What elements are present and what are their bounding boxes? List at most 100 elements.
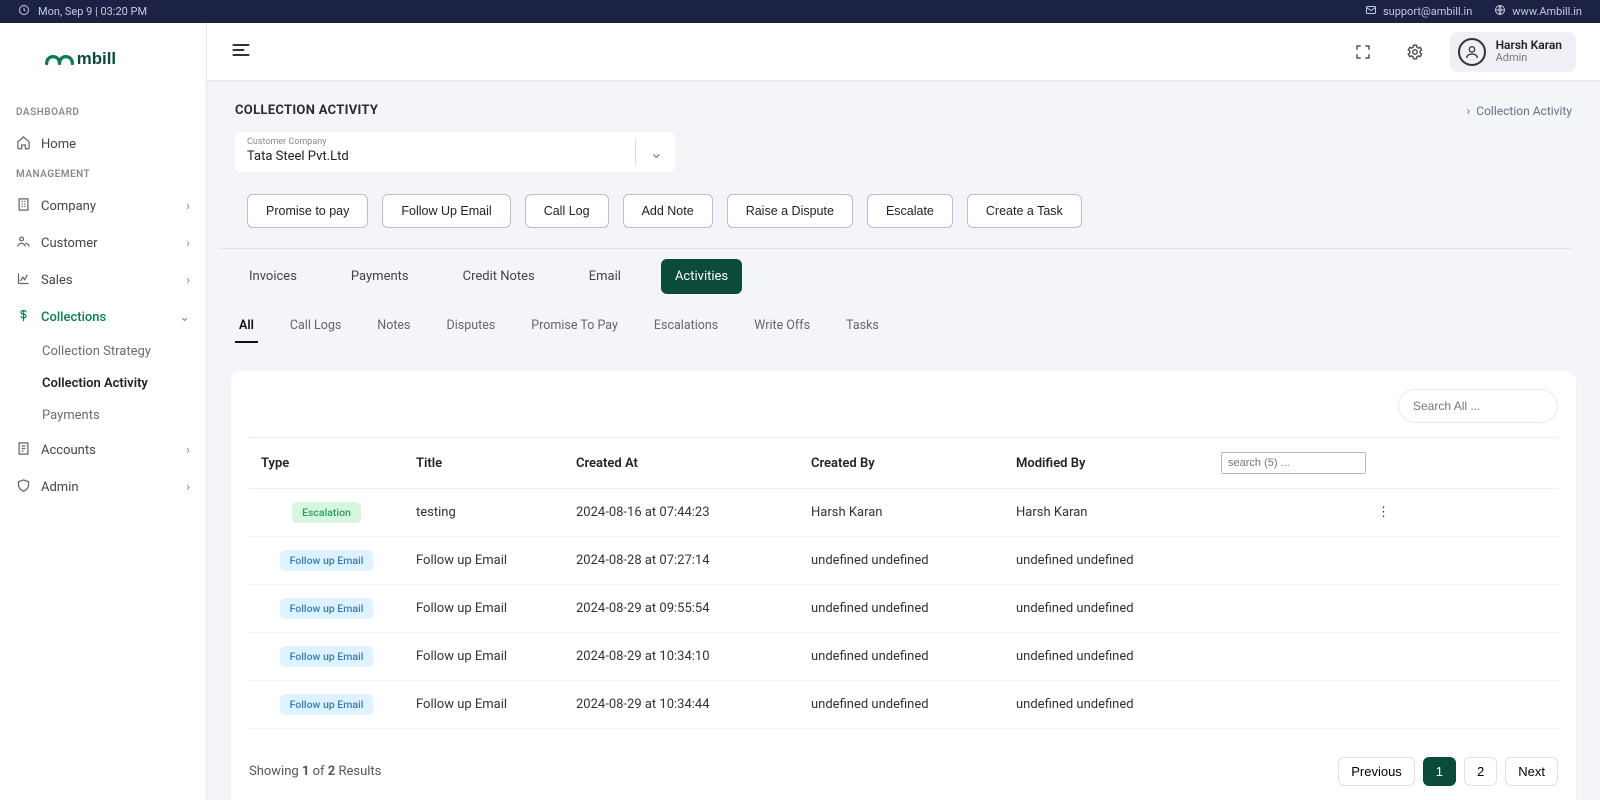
col-created-at[interactable]: Created At (564, 438, 799, 489)
chart-icon (16, 271, 31, 290)
sidebar-sub-strategy[interactable]: Collection Strategy (0, 336, 206, 368)
brand-logo[interactable]: mbill (0, 41, 206, 101)
col-title[interactable]: Title (404, 438, 564, 489)
mail-icon (1365, 4, 1377, 19)
type-badge: Follow up Email (280, 550, 374, 571)
activity-card: Type Title Created At Created By Modifie… (231, 371, 1576, 800)
chevron-right-icon: › (186, 443, 190, 458)
sidebar-company-label: Company (41, 199, 96, 214)
website-link[interactable]: www.Ambill.in (1494, 4, 1582, 19)
menu-toggle[interactable] (231, 40, 251, 64)
table-row[interactable]: Follow up EmailFollow up Email2024-08-29… (249, 681, 1558, 729)
cell-created-at: 2024-08-16 at 07:44:23 (564, 489, 799, 537)
type-badge: Follow up Email (280, 646, 374, 667)
tab-activities[interactable]: Activities (661, 259, 742, 294)
home-icon (16, 135, 31, 154)
settings-button[interactable] (1398, 35, 1432, 69)
section-management-label: MANAGEMENT (0, 163, 206, 188)
user-role: Admin (1496, 52, 1562, 64)
page-2-button[interactable]: 2 (1464, 757, 1497, 786)
chevron-right-icon: › (1467, 104, 1471, 118)
company-select-value: Tata Steel Pvt.Ltd (247, 149, 349, 164)
cell-title: Follow up Email (404, 537, 564, 585)
cell-title: Follow up Email (404, 681, 564, 729)
table-row[interactable]: Follow up EmailFollow up Email2024-08-29… (249, 633, 1558, 681)
row-actions[interactable] (1209, 585, 1558, 633)
table-row[interactable]: Escalationtesting2024-08-16 at 07:44:23H… (249, 489, 1558, 537)
row-actions[interactable] (1209, 537, 1558, 585)
sidebar-item-accounts[interactable]: Accounts › (0, 432, 206, 469)
customer-company-select[interactable]: Customer Company Tata Steel Pvt.Ltd ⌄ (235, 132, 675, 172)
subtab-notes[interactable]: Notes (373, 310, 414, 343)
tab-payments[interactable]: Payments (337, 259, 423, 294)
subtab-escalations[interactable]: Escalations (650, 310, 722, 343)
sidebar-customer-label: Customer (41, 236, 98, 251)
call-log-button[interactable]: Call Log (525, 194, 609, 228)
cell-modified-by: undefined undefined (1004, 585, 1209, 633)
user-menu[interactable]: Harsh Karan Admin (1450, 32, 1576, 72)
chevron-right-icon: › (186, 480, 190, 495)
tab-credit-notes[interactable]: Credit Notes (449, 259, 549, 294)
create-task-button[interactable]: Create a Task (967, 194, 1082, 228)
col-type[interactable]: Type (249, 438, 404, 489)
col-modified-by[interactable]: Modified By (1004, 438, 1209, 489)
page-1-button[interactable]: 1 (1423, 757, 1456, 786)
subtab-call-logs[interactable]: Call Logs (286, 310, 345, 343)
chevron-right-icon: › (186, 273, 190, 288)
subtab-all[interactable]: All (235, 310, 258, 343)
sidebar-sub-payments[interactable]: Payments (0, 400, 206, 432)
sidebar-sub-activity[interactable]: Collection Activity (0, 368, 206, 400)
support-email[interactable]: support@ambill.in (1365, 4, 1472, 19)
sidebar-item-home[interactable]: Home (0, 126, 206, 163)
pagination: Previous 1 2 Next (1338, 757, 1558, 786)
activity-table: Type Title Created At Created By Modifie… (249, 437, 1558, 729)
subtab-write-offs[interactable]: Write Offs (750, 310, 814, 343)
sidebar-item-admin[interactable]: Admin › (0, 469, 206, 506)
promise-to-pay-button[interactable]: Promise to pay (247, 194, 368, 228)
table-row[interactable]: Follow up EmailFollow up Email2024-08-28… (249, 537, 1558, 585)
column-search-input[interactable] (1221, 452, 1366, 474)
table-row[interactable]: Follow up EmailFollow up Email2024-08-29… (249, 585, 1558, 633)
search-all-input[interactable] (1398, 389, 1558, 423)
sidebar-item-collections[interactable]: Collections ⌄ (0, 299, 206, 336)
cell-title: Follow up Email (404, 585, 564, 633)
action-bar: Promise to pay Follow Up Email Call Log … (219, 172, 1572, 249)
page-title: COLLECTION ACTIVITY (235, 103, 378, 118)
row-actions[interactable] (1209, 681, 1558, 729)
sidebar: mbill DASHBOARD Home MANAGEMENT Company … (0, 23, 207, 800)
avatar-icon (1458, 38, 1486, 66)
type-badge: Follow up Email (280, 694, 374, 715)
chevron-right-icon: › (186, 236, 190, 251)
sidebar-item-company[interactable]: Company › (0, 188, 206, 225)
fullscreen-button[interactable] (1346, 35, 1380, 69)
tab-invoices[interactable]: Invoices (235, 259, 311, 294)
row-actions[interactable]: ⋮ (1209, 489, 1558, 537)
subtab-tasks[interactable]: Tasks (842, 310, 883, 343)
shield-icon (16, 478, 31, 497)
website-text: www.Ambill.in (1512, 5, 1582, 18)
raise-dispute-button[interactable]: Raise a Dispute (727, 194, 853, 228)
main-area: COLLECTION ACTIVITY › Collection Activit… (207, 81, 1600, 800)
support-email-text: support@ambill.in (1383, 5, 1472, 18)
escalate-button[interactable]: Escalate (867, 194, 953, 228)
subtab-ptp[interactable]: Promise To Pay (527, 310, 622, 343)
sidebar-item-sales[interactable]: Sales › (0, 262, 206, 299)
add-note-button[interactable]: Add Note (623, 194, 713, 228)
col-created-by[interactable]: Created By (799, 438, 1004, 489)
breadcrumb[interactable]: › Collection Activity (1467, 104, 1572, 118)
row-actions[interactable] (1209, 633, 1558, 681)
subtabs: All Call Logs Notes Disputes Promise To … (207, 294, 1600, 343)
cell-title: testing (404, 489, 564, 537)
cell-modified-by: undefined undefined (1004, 537, 1209, 585)
cell-created-at: 2024-08-29 at 10:34:44 (564, 681, 799, 729)
cell-created-by: undefined undefined (799, 585, 1004, 633)
sidebar-accounts-label: Accounts (41, 443, 96, 458)
follow-up-email-button[interactable]: Follow Up Email (382, 194, 510, 228)
next-button[interactable]: Next (1505, 757, 1558, 786)
results-summary: Showing 1 of 2 Results (249, 764, 381, 779)
sidebar-item-customer[interactable]: Customer › (0, 225, 206, 262)
tab-email[interactable]: Email (575, 259, 635, 294)
prev-button[interactable]: Previous (1338, 757, 1415, 786)
globe-icon (1494, 4, 1506, 19)
subtab-disputes[interactable]: Disputes (443, 310, 500, 343)
